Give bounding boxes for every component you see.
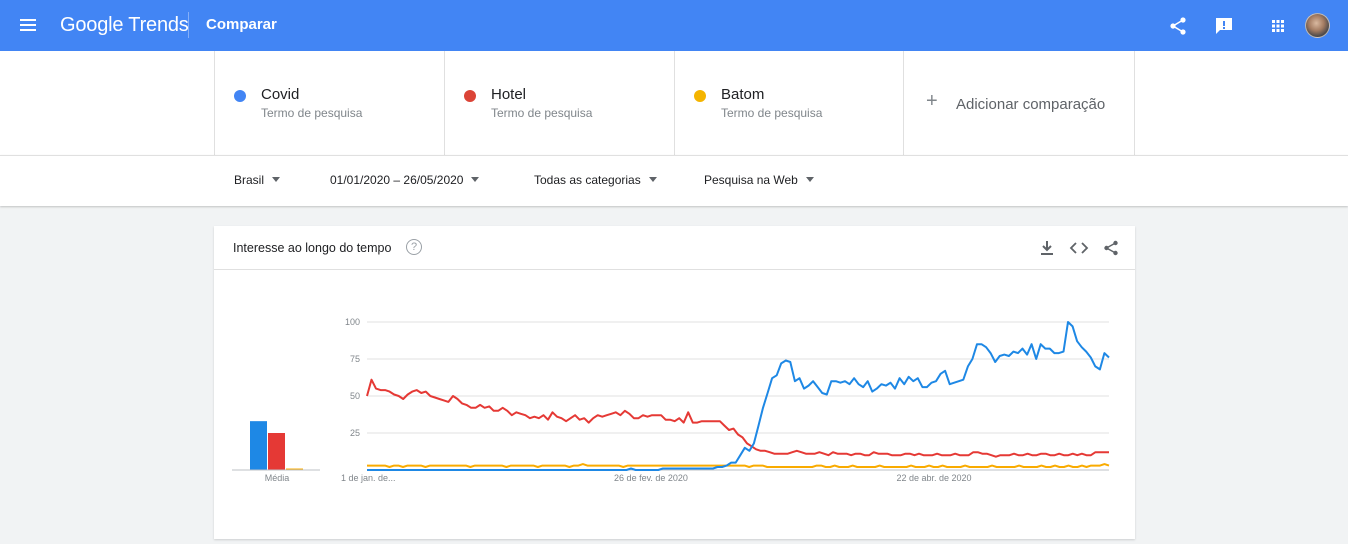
term-name: Hotel — [491, 86, 527, 103]
date-range-dropdown[interactable]: 01/01/2020 – 26/05/2020 — [330, 173, 480, 187]
share-icon[interactable] — [1101, 238, 1121, 258]
term-color-dot — [694, 90, 706, 102]
y-tick-label: 100 — [345, 317, 360, 327]
term-name: Batom — [721, 86, 765, 103]
search-type-value: Pesquisa na Web — [704, 173, 798, 187]
menu-icon[interactable] — [18, 16, 38, 36]
term-hotel[interactable]: Hotel Termo de pesquisa — [444, 51, 674, 155]
search-type-dropdown[interactable]: Pesquisa na Web — [704, 173, 814, 187]
download-icon[interactable] — [1037, 238, 1057, 258]
term-batom[interactable]: Batom Termo de pesquisa — [674, 51, 903, 155]
term-color-dot — [464, 90, 476, 102]
series-line-hotel — [366, 378, 1109, 458]
embed-code-icon[interactable] — [1069, 238, 1089, 258]
category-dropdown[interactable]: Todas as categorias — [534, 173, 657, 187]
header-divider — [188, 12, 189, 38]
average-bar-hotel — [268, 433, 285, 470]
term-name: Covid — [261, 86, 300, 103]
date-range-value: 01/01/2020 – 26/05/2020 — [330, 173, 464, 187]
feedback-icon[interactable] — [1212, 14, 1236, 38]
user-avatar[interactable] — [1305, 13, 1330, 38]
x-tick-label: 1 de jan. de... — [341, 473, 396, 483]
term-covid[interactable]: Covid Termo de pesquisa — [214, 51, 444, 155]
interest-line-chart: 100 75 50 25 1 de jan. de... 26 de fev. de 20… — [232, 317, 1110, 483]
plus-icon: + — [926, 90, 938, 112]
average-label: Média — [265, 473, 290, 483]
region-value: Brasil — [234, 173, 265, 187]
x-tick-label: 26 de fev. de 2020 — [614, 473, 688, 483]
interest-over-time-card: Interesse ao longo do tempo ? 100 75 50 25 1… — [214, 226, 1135, 539]
add-comparison-label: Adicionar comparação — [956, 96, 1106, 113]
y-tick-label: 75 — [350, 354, 360, 364]
card-header: Interesse ao longo do tempo ? — [214, 226, 1135, 270]
compare-terms-bar: Covid Termo de pesquisa Hotel Termo de p… — [0, 51, 1348, 155]
logo-trends-text: Trends — [128, 14, 189, 36]
logo-google-text: Google — [60, 14, 124, 36]
dropdown-caret-icon — [648, 177, 657, 182]
add-comparison-button[interactable]: + Adicionar comparação — [903, 51, 1135, 155]
region-dropdown[interactable]: Brasil — [234, 173, 281, 187]
help-icon[interactable]: ? — [406, 239, 422, 255]
card-title: Interesse ao longo do tempo — [233, 241, 392, 255]
filters-bar: Brasil 01/01/2020 – 26/05/2020 Todas as … — [0, 155, 1348, 206]
y-tick-label: 50 — [350, 391, 360, 401]
apps-grid-icon[interactable] — [1266, 14, 1290, 38]
term-type: Termo de pesquisa — [721, 106, 823, 120]
term-color-dot — [234, 90, 246, 102]
page-title: Comparar — [206, 16, 277, 33]
x-tick-label: 22 de abr. de 2020 — [896, 473, 971, 483]
average-bar-covid — [250, 421, 267, 470]
y-tick-label: 25 — [350, 428, 360, 438]
share-icon[interactable] — [1166, 14, 1190, 38]
series-line-batom — [367, 463, 1110, 468]
app-header: Google Trends Comparar — [0, 0, 1348, 51]
term-type: Termo de pesquisa — [491, 106, 593, 120]
dropdown-caret-icon — [805, 177, 814, 182]
dropdown-caret-icon — [272, 177, 281, 182]
dropdown-caret-icon — [471, 177, 480, 182]
category-value: Todas as categorias — [534, 173, 641, 187]
term-type: Termo de pesquisa — [261, 106, 363, 120]
google-trends-logo[interactable]: Google Trends — [60, 14, 189, 37]
